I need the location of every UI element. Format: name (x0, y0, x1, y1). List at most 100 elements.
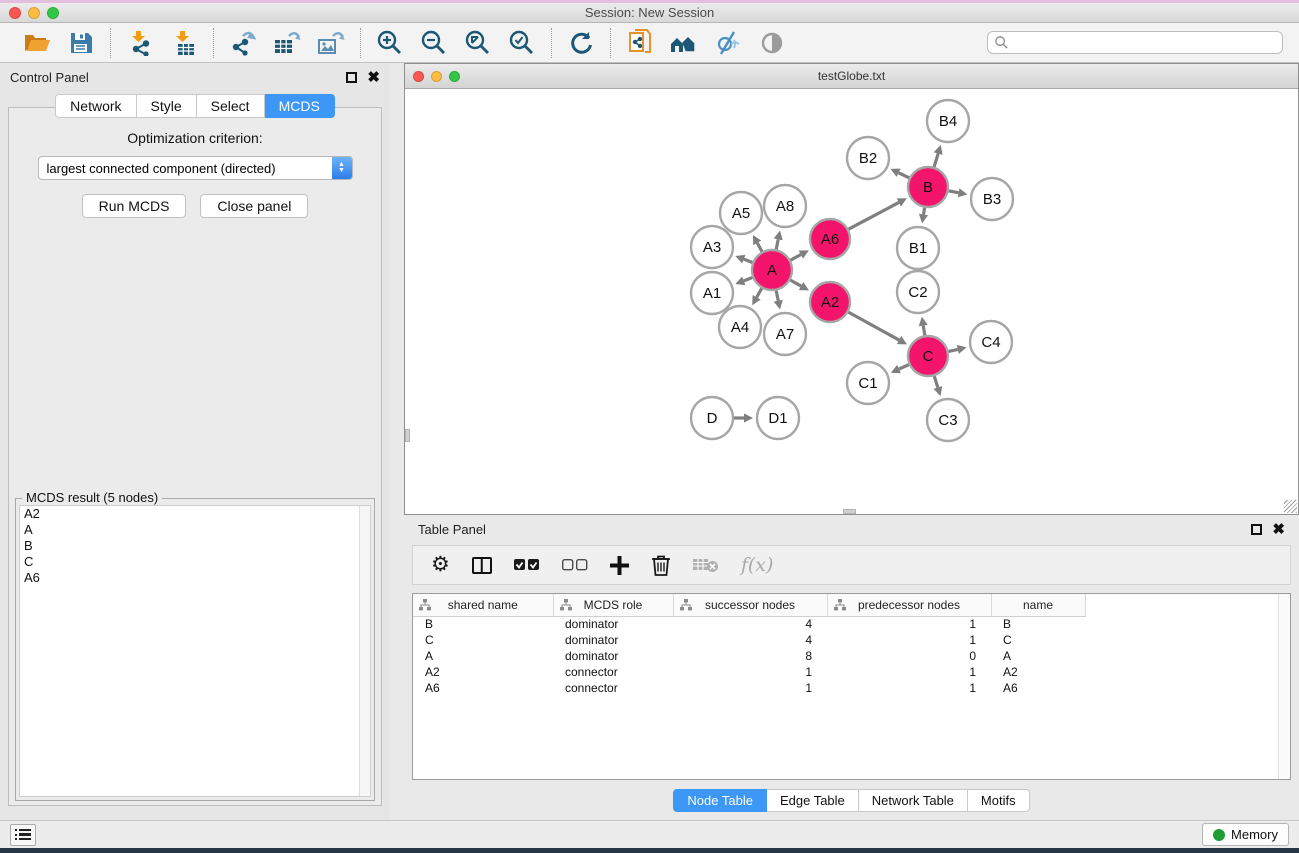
graph-node-C1[interactable]: C1 (847, 362, 889, 404)
show-columns-icon[interactable] (472, 557, 492, 574)
column-header-name[interactable]: name (991, 594, 1085, 616)
network-minimize-button[interactable] (431, 71, 442, 82)
table-row[interactable]: A2connector11A2 (413, 664, 1085, 680)
function-builder-icon[interactable]: f(x) (741, 554, 774, 576)
graph-edge-B-B1[interactable] (924, 208, 925, 215)
export-image-icon[interactable] (314, 28, 348, 58)
table-row[interactable]: Bdominator41B (413, 616, 1085, 632)
import-network-icon[interactable] (123, 28, 157, 58)
table-cell[interactable]: A (991, 648, 1085, 664)
graph-edge-B-B2[interactable] (899, 173, 909, 178)
table-cell[interactable]: A (413, 648, 553, 664)
result-list-item[interactable]: A2 (20, 506, 370, 522)
graph-edge-A-A5[interactable] (757, 243, 762, 252)
zoom-fit-icon[interactable] (461, 28, 495, 58)
select-all-columns-icon[interactable] (514, 559, 540, 571)
zoom-in-icon[interactable] (373, 28, 407, 58)
zoom-out-icon[interactable] (417, 28, 451, 58)
graph-edge-A-A7[interactable] (776, 291, 778, 301)
duplicate-network-icon[interactable] (623, 28, 657, 58)
graph-node-C2[interactable]: C2 (897, 271, 939, 313)
table-cell[interactable]: dominator (553, 648, 673, 664)
close-panel-button[interactable]: Close panel (200, 194, 308, 218)
zoom-selected-icon[interactable] (505, 28, 539, 58)
import-table-icon[interactable] (167, 28, 201, 58)
table-row[interactable]: A6connector11A6 (413, 680, 1085, 696)
table-cell[interactable]: dominator (553, 632, 673, 648)
zoom-window-button[interactable] (47, 7, 59, 19)
open-session-icon[interactable] (20, 28, 54, 58)
memory-button[interactable]: Memory (1202, 823, 1289, 846)
tab-style[interactable]: Style (137, 94, 197, 118)
close-window-button[interactable] (9, 7, 21, 19)
table-cell[interactable]: C (413, 632, 553, 648)
table-cell[interactable]: 4 (673, 616, 827, 632)
canvas-vscroll-thumb[interactable] (405, 429, 410, 442)
graph-node-B3[interactable]: B3 (971, 178, 1013, 220)
graph-node-C4[interactable]: C4 (970, 321, 1012, 363)
criterion-select[interactable]: largest connected component (directed) ▲… (38, 156, 353, 180)
task-history-icon[interactable] (10, 824, 36, 846)
tab-select[interactable]: Select (197, 94, 265, 118)
table-cell[interactable]: 1 (827, 680, 991, 696)
table-cell[interactable]: C (991, 632, 1085, 648)
graph-edge-A-A3[interactable] (744, 259, 753, 262)
export-table-icon[interactable] (270, 28, 304, 58)
result-list-item[interactable]: C (20, 554, 370, 570)
graph-edge-C-C2[interactable] (923, 326, 925, 336)
network-titlebar[interactable]: testGlobe.txt (405, 64, 1298, 89)
resize-grip[interactable] (1284, 500, 1297, 513)
result-list-scrollbar[interactable] (359, 506, 370, 796)
graph-edge-A-A6[interactable] (791, 255, 801, 261)
canvas-hscroll-thumb[interactable] (843, 509, 856, 514)
graph-edge-C-C3[interactable] (934, 376, 938, 388)
tab-mcds[interactable]: MCDS (265, 94, 335, 118)
delete-column-icon[interactable] (651, 554, 671, 576)
table-cell[interactable]: B (413, 616, 553, 632)
network-graph[interactable]: B4B2BB3A8A5A6A3B1AC2A1A2A4A7C4CC1C3DD1 (405, 89, 1298, 514)
graph-node-B4[interactable]: B4 (927, 100, 969, 142)
table-cell[interactable]: A2 (413, 664, 553, 680)
graph-edge-A-A8[interactable] (776, 239, 778, 249)
table-row[interactable]: Cdominator41C (413, 632, 1085, 648)
graph-edge-B-B3[interactable] (949, 191, 959, 193)
table-cell[interactable]: 4 (673, 632, 827, 648)
table-tab-node-table[interactable]: Node Table (673, 789, 767, 812)
graph-node-A4[interactable]: A4 (719, 306, 761, 348)
table-settings-gear-icon[interactable]: ⚙ (431, 555, 450, 575)
table-scrollbar[interactable] (1278, 594, 1290, 779)
table-tab-network-table[interactable]: Network Table (859, 789, 968, 812)
column-header-MCDS-role[interactable]: MCDS role (553, 594, 673, 616)
graph-edge-A-A4[interactable] (757, 288, 762, 297)
column-header-predecessor-nodes[interactable]: predecessor nodes (827, 594, 991, 616)
hide-glasses-icon[interactable] (711, 28, 745, 58)
graph-node-A5[interactable]: A5 (720, 192, 762, 234)
table-cell[interactable]: 8 (673, 648, 827, 664)
export-network-icon[interactable] (226, 28, 260, 58)
graph-node-C[interactable]: C (908, 336, 948, 376)
table-cell[interactable]: A6 (413, 680, 553, 696)
result-list-item[interactable]: A6 (20, 570, 370, 586)
result-list-item[interactable]: B (20, 538, 370, 554)
add-column-icon[interactable] (610, 556, 629, 575)
float-panel-icon[interactable] (346, 72, 357, 83)
table-tab-edge-table[interactable]: Edge Table (767, 789, 859, 812)
graph-node-B2[interactable]: B2 (847, 137, 889, 179)
save-session-icon[interactable] (64, 28, 98, 58)
table-cell[interactable]: 1 (827, 664, 991, 680)
graph-edge-A-A2[interactable] (790, 280, 801, 286)
graph-node-B[interactable]: B (908, 167, 948, 207)
table-cell[interactable]: 0 (827, 648, 991, 664)
search-input[interactable] (1009, 36, 1276, 50)
table-cell[interactable]: 1 (673, 664, 827, 680)
table-cell[interactable]: 1 (827, 616, 991, 632)
graph-node-B1[interactable]: B1 (897, 227, 939, 269)
table-cell[interactable]: connector (553, 680, 673, 696)
graph-edge-A2-C[interactable] (848, 312, 899, 340)
minimize-window-button[interactable] (28, 7, 40, 19)
table-cell[interactable]: A2 (991, 664, 1085, 680)
mcds-result-list[interactable]: A2ABCA6 (19, 505, 371, 797)
network-zoom-button[interactable] (449, 71, 460, 82)
graph-node-D[interactable]: D (691, 397, 733, 439)
column-header-shared-name[interactable]: shared name (413, 594, 553, 616)
